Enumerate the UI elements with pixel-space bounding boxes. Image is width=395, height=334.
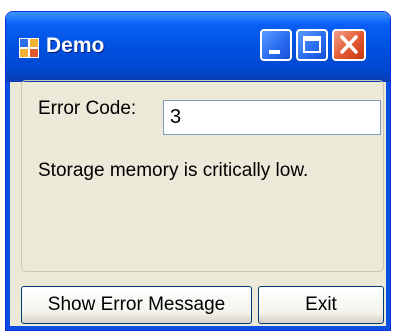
maximize-button[interactable] xyxy=(296,29,328,61)
exit-button[interactable]: Exit xyxy=(258,286,384,324)
close-button[interactable] xyxy=(332,29,366,61)
error-code-label: Error Code: xyxy=(38,98,137,119)
show-error-message-button[interactable]: Show Error Message xyxy=(21,286,252,324)
window-frame-left xyxy=(6,82,10,330)
title-bar[interactable]: Demo xyxy=(6,12,390,82)
window-title: Demo xyxy=(46,34,105,57)
error-message-text: Storage memory is critically low. xyxy=(38,160,309,181)
window-frame-bottom xyxy=(6,326,390,330)
windows-form-icon xyxy=(19,38,39,58)
minimize-button[interactable] xyxy=(260,29,292,61)
window-frame-right xyxy=(386,82,390,330)
error-group-box: Error Code: Storage memory is critically… xyxy=(21,80,384,272)
error-code-input[interactable] xyxy=(163,100,381,135)
